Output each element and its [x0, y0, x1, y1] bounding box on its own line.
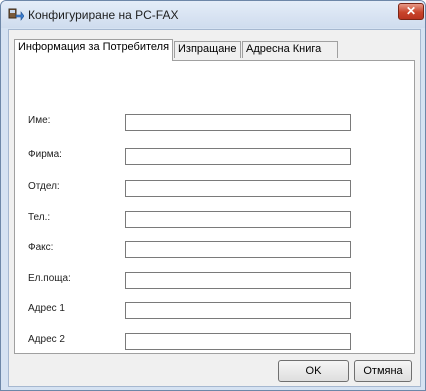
- company-label: Фирма:: [28, 149, 62, 160]
- tab-sending[interactable]: Изпращане: [174, 41, 241, 58]
- phone-field[interactable]: [125, 211, 351, 228]
- department-field[interactable]: [125, 180, 351, 197]
- cancel-button[interactable]: Отмяна: [354, 360, 412, 382]
- pc-fax-config-icon: [8, 7, 25, 23]
- dialog-body: Информация за Потребителя Изпращане Адре…: [8, 29, 421, 387]
- address1-field[interactable]: [125, 302, 351, 319]
- window-title: Конфигуриране на PC-FAX: [28, 8, 179, 22]
- name-field[interactable]: [125, 114, 351, 131]
- fax-label: Факс:: [28, 242, 54, 253]
- address1-label: Адрес 1: [28, 303, 65, 314]
- fax-field[interactable]: [125, 241, 351, 258]
- address2-field[interactable]: [125, 333, 351, 350]
- address2-label: Адрес 2: [28, 334, 65, 345]
- email-field[interactable]: [125, 272, 351, 289]
- name-label: Име:: [28, 115, 51, 126]
- email-label: Ел.поща:: [28, 273, 71, 284]
- title-bar[interactable]: Конфигуриране на PC-FAX ✕: [1, 1, 425, 28]
- department-label: Отдел:: [28, 181, 60, 192]
- ok-button[interactable]: OK: [278, 360, 349, 382]
- company-field[interactable]: [125, 148, 351, 165]
- tab-address-book[interactable]: Адресна Книга: [242, 41, 338, 58]
- pc-fax-config-dialog: Конфигуриране на PC-FAX ✕ Информация за …: [0, 0, 426, 391]
- close-button[interactable]: ✕: [398, 3, 424, 20]
- tab-user-info[interactable]: Информация за Потребителя: [14, 39, 173, 61]
- phone-label: Тел.:: [28, 212, 51, 223]
- close-icon: ✕: [405, 4, 417, 18]
- user-info-panel: Име: Фирма: Отдел: Тел.: Факс: Ел.поща: …: [14, 60, 415, 354]
